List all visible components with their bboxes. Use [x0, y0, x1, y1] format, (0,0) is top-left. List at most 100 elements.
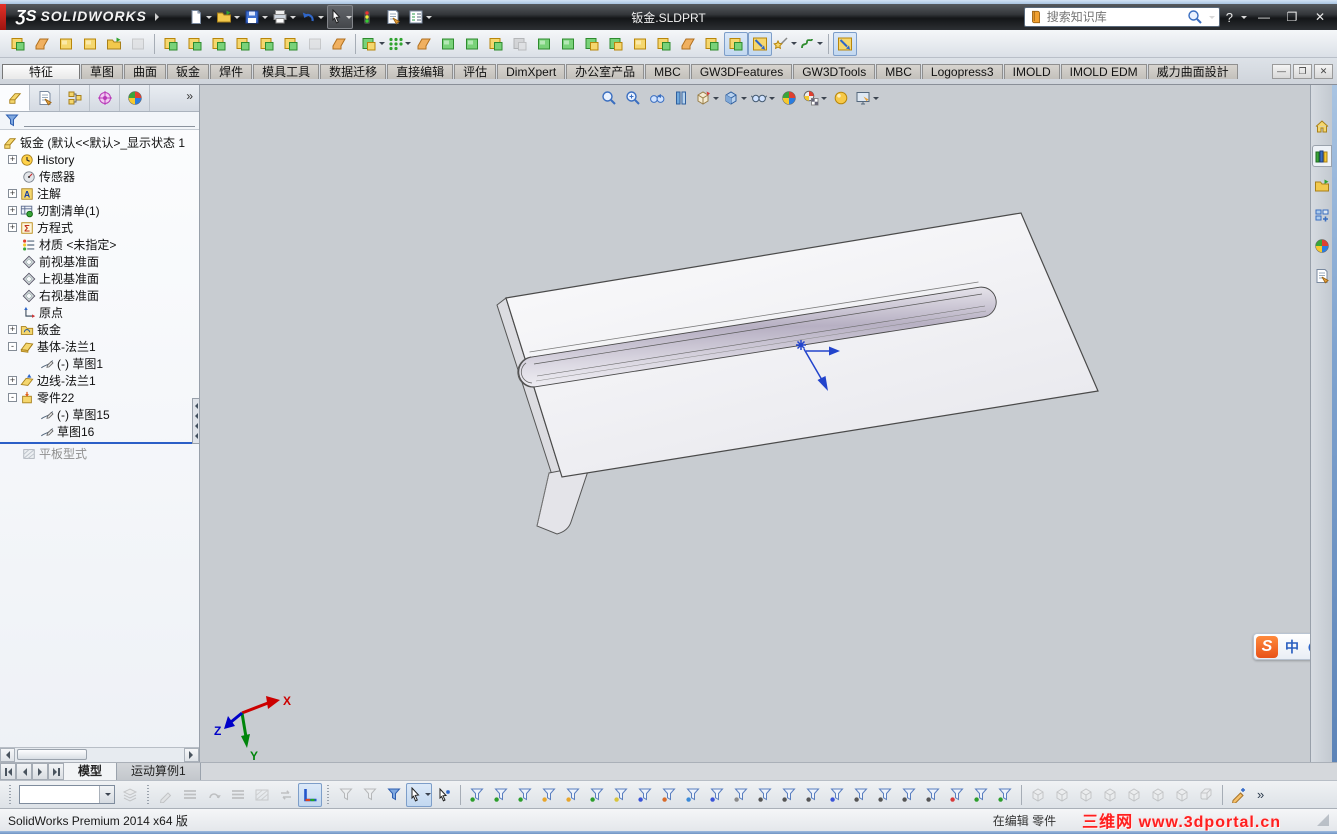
toolbar-grip[interactable] [7, 784, 13, 805]
layer-combo[interactable] [19, 785, 115, 804]
cm-tab-4[interactable]: 焊件 [210, 64, 253, 79]
open-document-button[interactable] [215, 5, 241, 29]
taskpane-custom-properties-button[interactable] [1312, 265, 1332, 287]
tree-item-5[interactable]: 材质 <未指定> [0, 236, 199, 253]
convert-wand-button[interactable] [772, 32, 798, 56]
filter-hole-callouts-button[interactable] [777, 783, 801, 807]
view-right-button[interactable] [1098, 783, 1122, 807]
dropdown-caret-icon[interactable] [741, 96, 747, 103]
cm-tab-3[interactable]: 钣金 [167, 64, 210, 79]
filter-planes-button[interactable] [609, 783, 633, 807]
swept-flange-button[interactable] [78, 32, 102, 56]
fm-tab-featuremanager-design-tree[interactable] [0, 85, 30, 111]
hem-button[interactable] [460, 32, 484, 56]
tree-item-8[interactable]: 右视基准面 [0, 287, 199, 304]
edit-sketch-button[interactable] [1227, 783, 1251, 807]
no-bends-button[interactable] [833, 31, 857, 56]
filter-sketch-points-button[interactable] [633, 783, 657, 807]
stacked-sheet-button[interactable] [327, 32, 351, 56]
tree-horizontal-scrollbar[interactable] [0, 747, 199, 762]
fm-tab-dimxpertmanager[interactable] [90, 85, 120, 111]
line-style-button[interactable] [202, 783, 226, 807]
view-trimetric-button[interactable] [1194, 783, 1218, 807]
dropdown-caret-icon[interactable] [713, 96, 719, 103]
filter-gtol-symbols-button[interactable] [873, 783, 897, 807]
tree-item-11[interactable]: - 基体-法兰1 [0, 338, 199, 355]
corner-relief-button[interactable] [360, 32, 386, 56]
tree-expander-icon[interactable]: + [8, 376, 17, 385]
camera-settings-button[interactable] [854, 87, 880, 109]
base-flange-button[interactable] [6, 32, 30, 56]
ime-logo[interactable]: S [1256, 635, 1278, 658]
layer-properties-button[interactable] [118, 783, 142, 807]
cm-tab-7[interactable]: 直接编辑 [387, 64, 454, 79]
cm-tab-12[interactable]: GW3DFeatures [690, 64, 793, 79]
tree-expander-icon[interactable]: + [8, 155, 17, 164]
display-style-button[interactable] [722, 87, 748, 109]
miter-flange-button[interactable] [412, 32, 436, 56]
cm-tab-8[interactable]: 评估 [454, 64, 497, 79]
closed-corner-button[interactable] [508, 32, 532, 56]
fm-overflow-chevron[interactable]: » [186, 85, 199, 111]
toggle-selection-filters-button[interactable] [382, 783, 406, 807]
moon-icon[interactable] [1306, 640, 1310, 654]
dropdown-caret-icon[interactable] [425, 793, 431, 799]
filter-axes-button[interactable] [585, 783, 609, 807]
tree-expander-icon[interactable]: - [8, 393, 17, 402]
taskpane-file-explorer-button[interactable] [1312, 205, 1332, 227]
sketched-bend-button[interactable] [30, 32, 54, 56]
toolbar-expander-icon[interactable] [154, 13, 163, 21]
tab-prev-button[interactable] [16, 763, 32, 780]
cm-tab-6[interactable]: 数据迁移 [320, 64, 387, 79]
filter-weld-symbols-button[interactable] [849, 783, 873, 807]
tree-expander-icon[interactable]: + [8, 189, 17, 198]
weld-corner-button[interactable] [700, 32, 724, 56]
tree-item-14[interactable]: - 零件22 [0, 389, 199, 406]
save-button[interactable] [243, 5, 269, 29]
tree-item-1[interactable]: 传感器 [0, 168, 199, 185]
tree-item-3[interactable]: + 切割清单(1) [0, 202, 199, 219]
dropdown-caret-icon[interactable] [769, 96, 775, 103]
cm-tab-18[interactable]: 威力曲面設計 [1147, 64, 1238, 79]
taskpane-design-library-button[interactable] [1312, 175, 1332, 197]
cross-break-button[interactable] [604, 32, 628, 56]
scroll-thumb[interactable] [17, 749, 87, 760]
spline-tool-button[interactable] [798, 32, 824, 56]
layer-combo-dropdown[interactable] [99, 786, 114, 803]
dropdown-caret-icon[interactable] [233, 15, 240, 22]
hide-edge-button[interactable] [226, 783, 250, 807]
tab-next-button[interactable] [32, 763, 48, 780]
search-caret-icon[interactable] [1208, 15, 1215, 22]
filter-centerlines-button[interactable] [729, 783, 753, 807]
cm-tab-1[interactable]: 草图 [81, 64, 124, 79]
search-icon[interactable] [1187, 9, 1203, 25]
filter-shaded-faces-button[interactable] [945, 783, 969, 807]
filter-midpoints-button[interactable] [681, 783, 705, 807]
edge-flange-button[interactable] [436, 32, 460, 56]
tree-item-10[interactable]: + 钣金 [0, 321, 199, 338]
tree-item-13[interactable]: + 边线-法兰1 [0, 372, 199, 389]
simple-hole-button[interactable] [183, 32, 207, 56]
toolbar-grip[interactable] [145, 784, 151, 805]
filter-surface-finish-button[interactable] [897, 783, 921, 807]
minimize-button[interactable]: — [1253, 10, 1275, 24]
round-boss-button[interactable] [532, 32, 556, 56]
previous-view-button[interactable] [646, 87, 668, 109]
scroll-right-button[interactable] [184, 748, 199, 762]
filter-center-marks-button[interactable] [705, 783, 729, 807]
tree-item-9[interactable]: 原点 [0, 304, 199, 321]
filter-faces-button[interactable] [513, 783, 537, 807]
sketch-driven-button[interactable] [255, 32, 279, 56]
tab-last-button[interactable] [48, 763, 64, 780]
rip-button[interactable] [628, 32, 652, 56]
ime-language-toggle[interactable]: 中 [1285, 637, 1299, 657]
view-isometric-button[interactable] [1170, 783, 1194, 807]
taskpane-appearances-scenes-button[interactable] [1312, 235, 1332, 257]
extruded-cut-button[interactable] [159, 32, 183, 56]
cm-tab-16[interactable]: IMOLD [1003, 64, 1060, 79]
open-part-button[interactable] [102, 32, 126, 56]
filter-surface-bodies-button[interactable] [537, 783, 561, 807]
dropdown-caret-icon[interactable] [425, 15, 432, 22]
tree-expander-icon[interactable]: + [8, 206, 17, 215]
line-color-button[interactable] [154, 783, 178, 807]
